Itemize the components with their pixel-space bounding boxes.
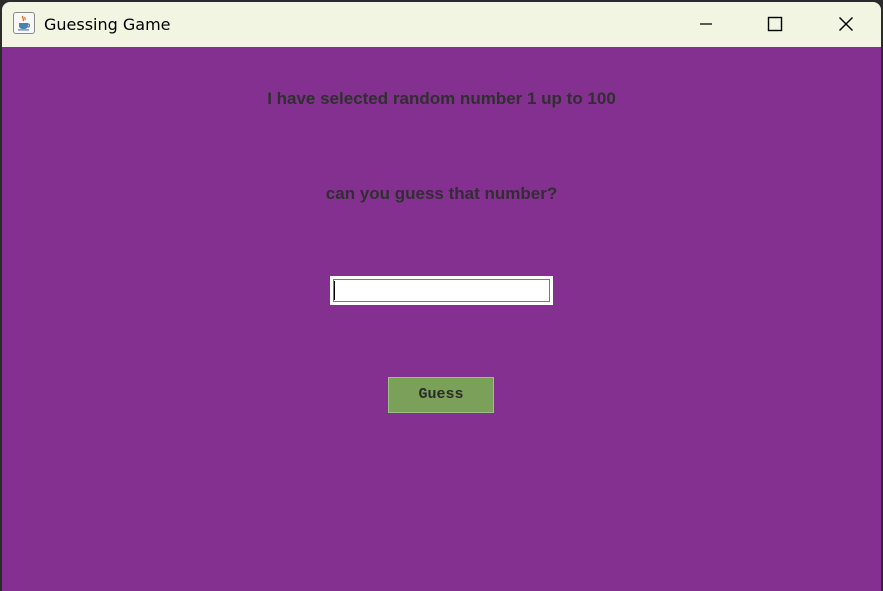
guessing-game-window: Guessing Game I have selected random num…	[2, 2, 881, 591]
close-button[interactable]	[823, 2, 869, 47]
guess-input[interactable]	[330, 276, 553, 305]
game-panel: I have selected random number 1 up to 10…	[2, 47, 881, 591]
maximize-icon	[767, 16, 783, 32]
java-cup-icon-graphic	[18, 15, 31, 31]
minimize-icon	[700, 23, 712, 25]
guess-button[interactable]: Guess	[388, 377, 494, 413]
minimize-button[interactable]	[683, 2, 729, 47]
question-label: can you guess that number?	[325, 184, 558, 203]
prompt-label: I have selected random number 1 up to 10…	[267, 89, 616, 108]
close-icon	[839, 17, 853, 31]
maximize-button[interactable]	[752, 2, 798, 47]
java-cup-icon[interactable]	[13, 12, 35, 34]
text-caret	[334, 281, 335, 300]
window-title: Guessing Game	[44, 15, 171, 34]
title-bar[interactable]: Guessing Game	[2, 2, 881, 47]
